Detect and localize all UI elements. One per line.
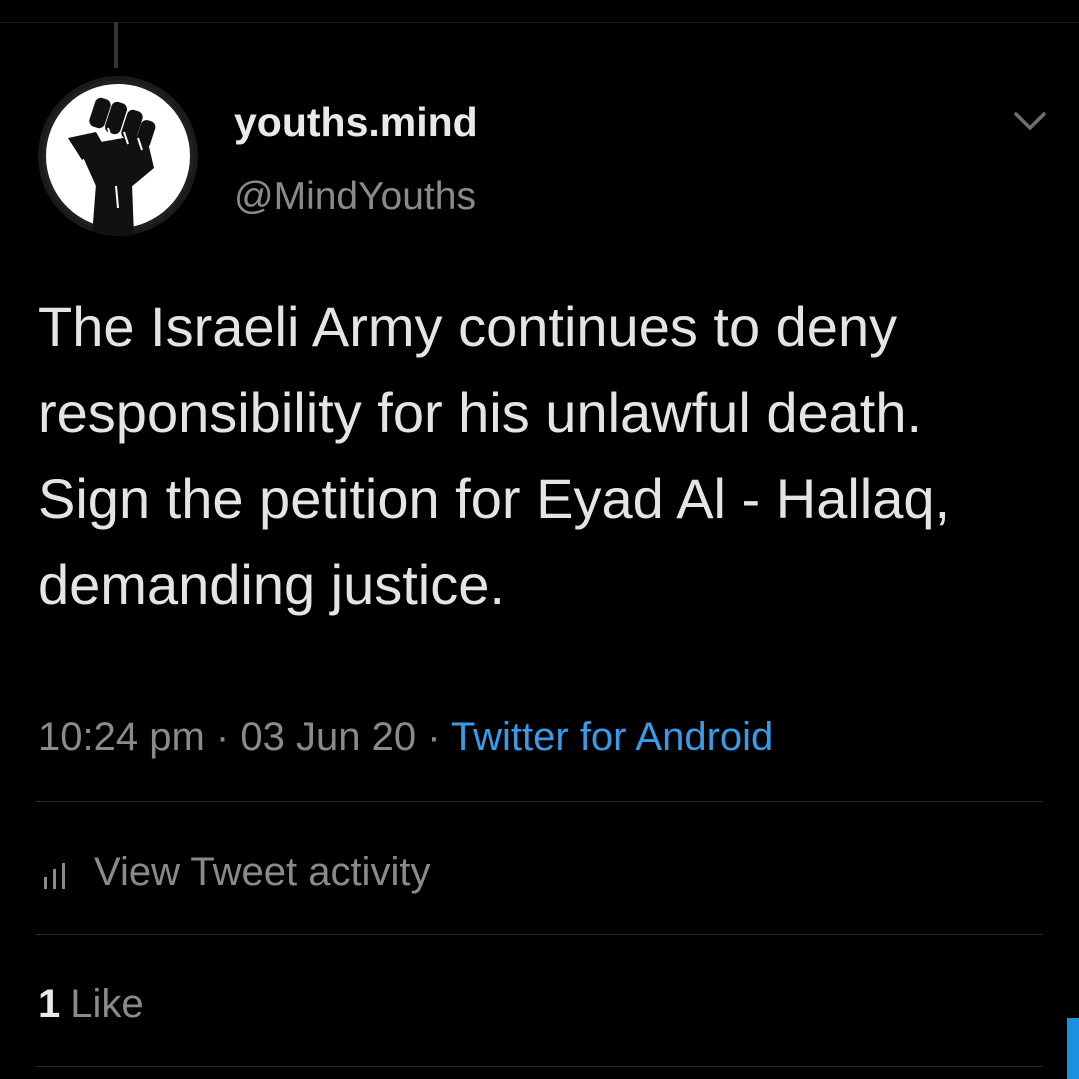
- tweet-meta: 10:24 pm · 03 Jun 20 · Twitter for Andro…: [38, 710, 773, 764]
- tweet-text: The Israeli Army continues to deny respo…: [38, 284, 1058, 628]
- author-handle[interactable]: @MindYouths: [234, 172, 476, 222]
- raised-fist-icon: [42, 80, 194, 236]
- divider: [36, 801, 1043, 802]
- avatar[interactable]: [38, 76, 198, 236]
- meta-separator: ·: [427, 715, 441, 759]
- tweet-date: 03 Jun 20: [240, 715, 417, 759]
- tweet-time: 10:24 pm: [38, 715, 205, 759]
- likes-stat[interactable]: 1 Like: [38, 976, 144, 1032]
- divider: [36, 934, 1043, 935]
- view-tweet-activity-label: View Tweet activity: [94, 849, 431, 894]
- thread-connector-line: [114, 22, 118, 68]
- tweet-text-content: The Israeli Army continues to deny respo…: [38, 295, 951, 616]
- top-divider: [0, 22, 1079, 23]
- chevron-down-icon[interactable]: [1010, 106, 1050, 134]
- likes-label: Like: [70, 982, 144, 1026]
- view-tweet-activity-button[interactable]: View Tweet activity: [42, 844, 430, 900]
- divider: [36, 1066, 1043, 1067]
- scroll-indicator: [1067, 1018, 1079, 1079]
- tweet-source-link[interactable]: Twitter for Android: [451, 715, 773, 759]
- likes-count: 1: [38, 982, 61, 1026]
- bar-chart-icon: [44, 863, 65, 889]
- meta-separator: ·: [215, 715, 230, 759]
- author-display-name[interactable]: youths.mind: [234, 96, 478, 148]
